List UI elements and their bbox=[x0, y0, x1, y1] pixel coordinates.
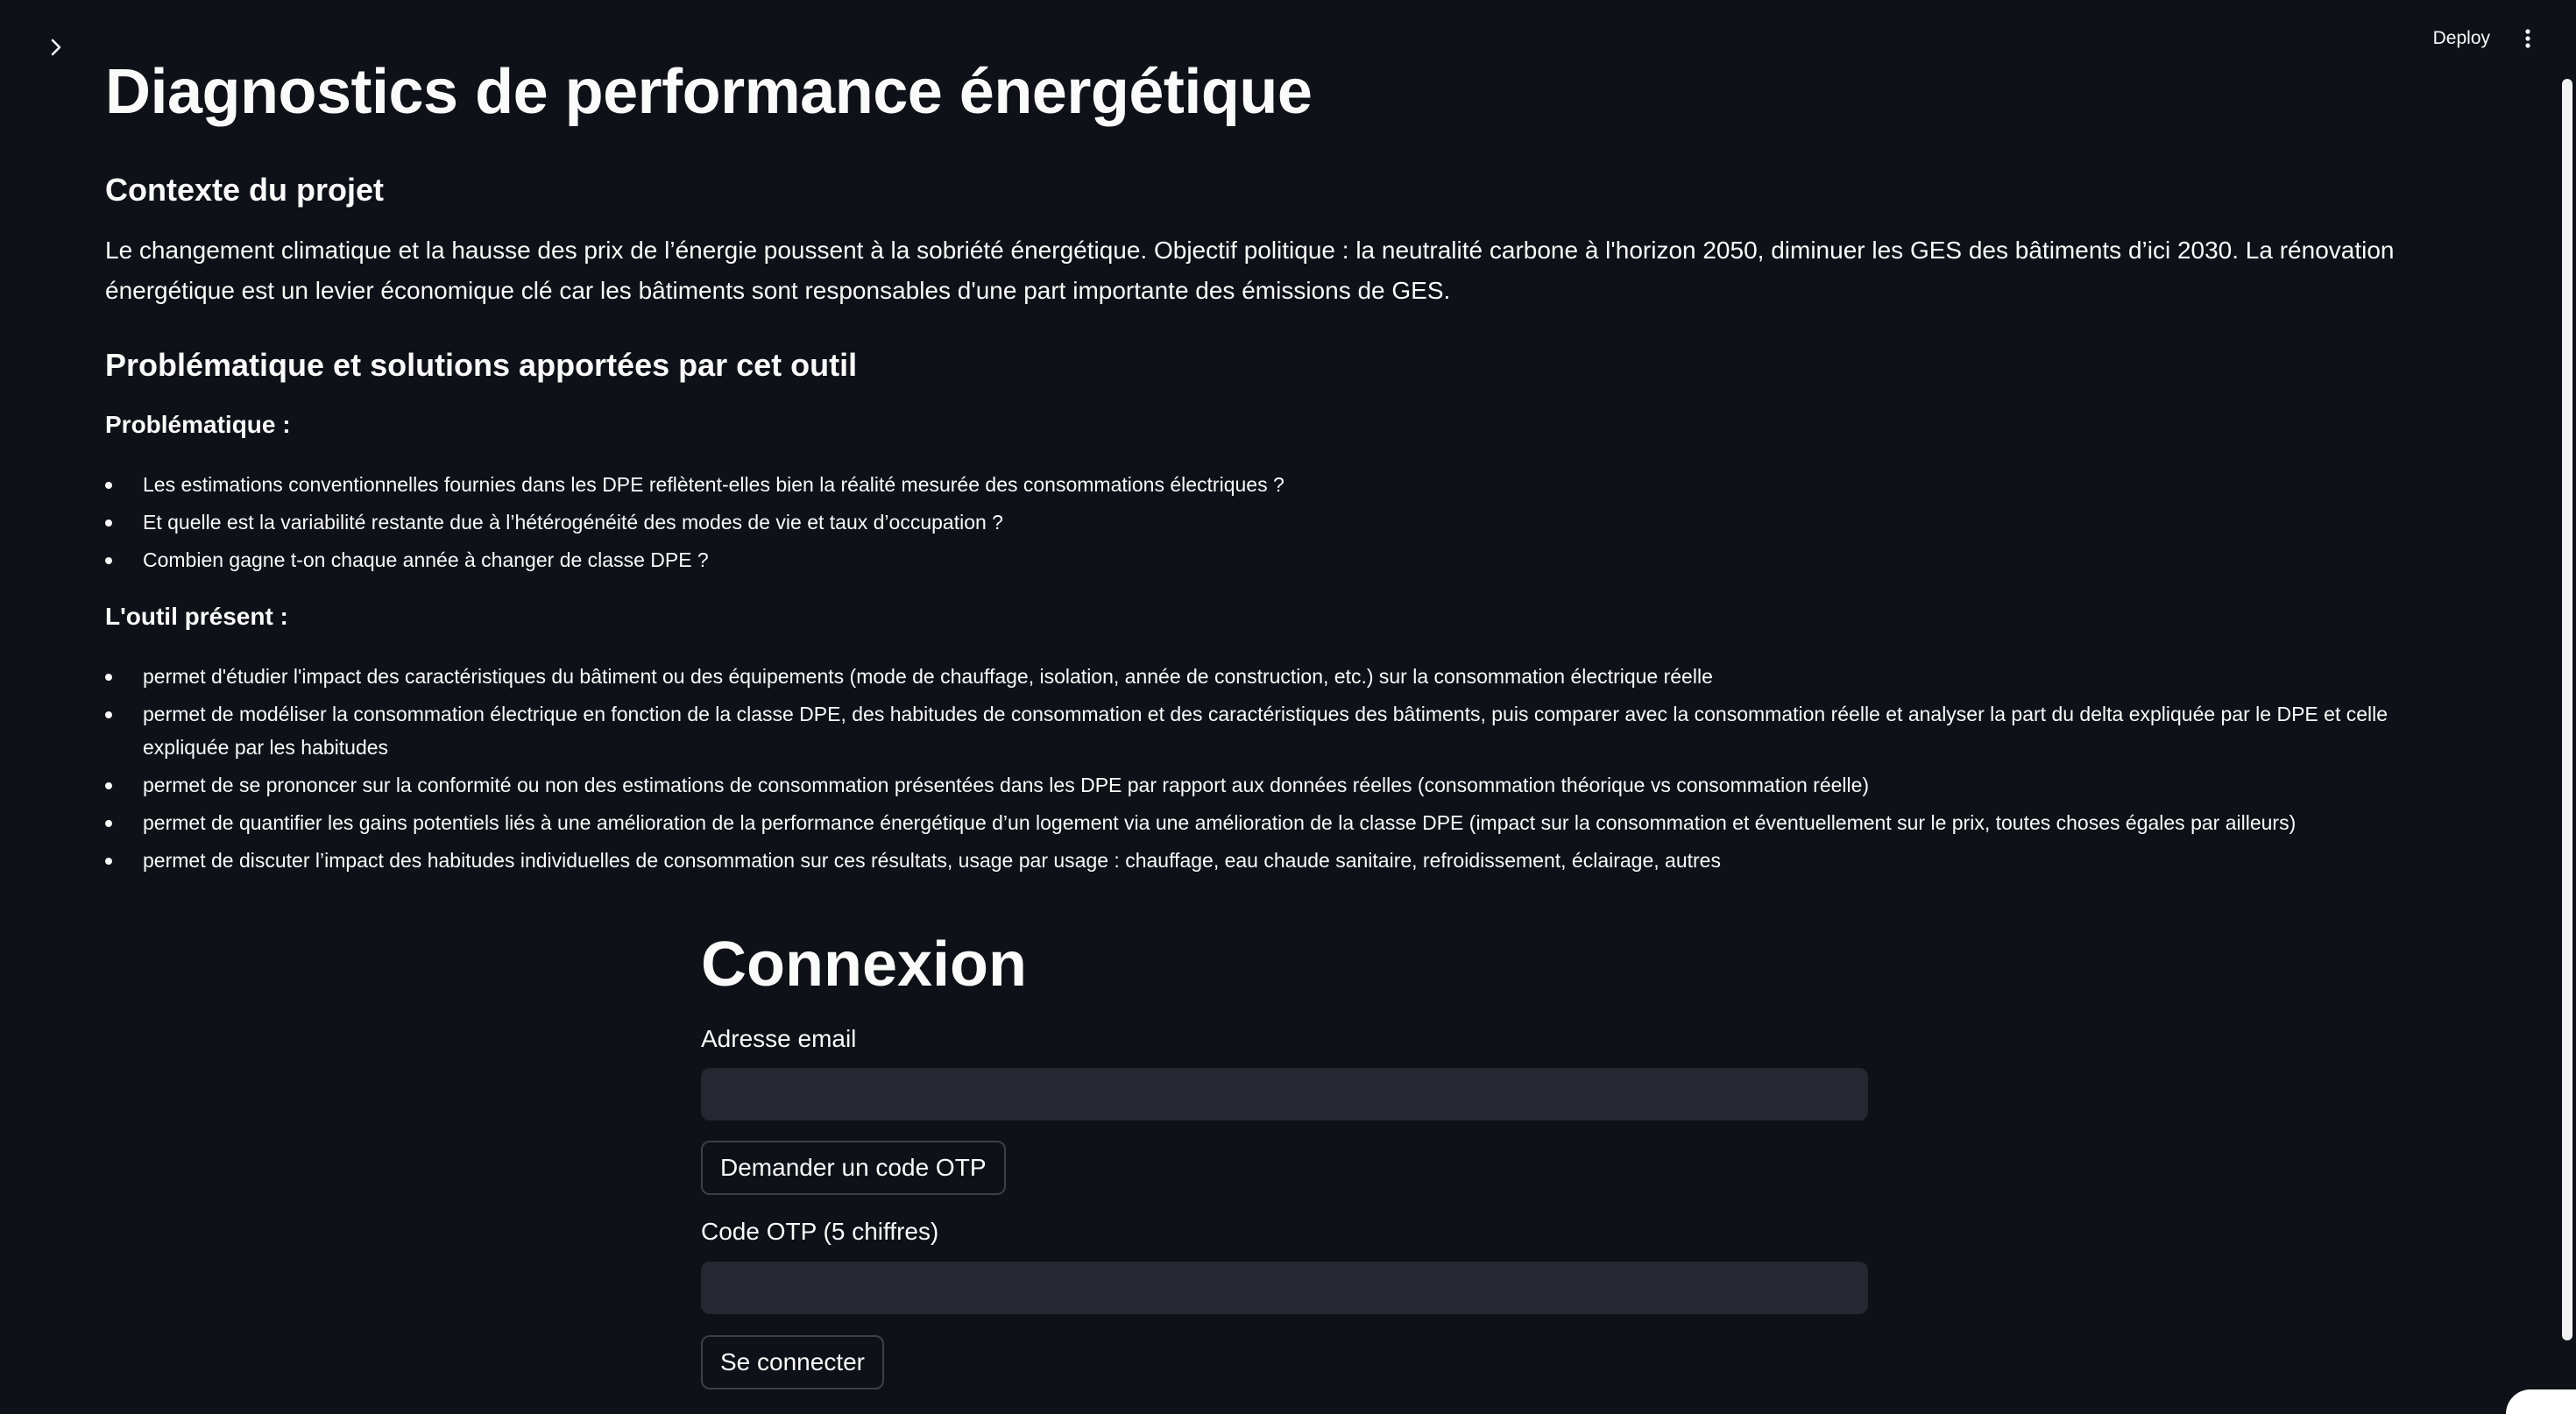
email-label: Adresse email bbox=[701, 1025, 857, 1052]
request-otp-button[interactable]: Demander un code OTP bbox=[701, 1141, 1006, 1195]
list-item: Combien gagne t-on chaque année à change… bbox=[105, 543, 2462, 576]
problem-heading: Problématique et solutions apportées par… bbox=[105, 347, 858, 383]
kebab-menu-icon bbox=[2525, 29, 2530, 48]
chevron-right-icon bbox=[51, 39, 61, 56]
login-title: Connexion bbox=[701, 930, 1027, 1000]
list-item: permet d'étudier l'impact des caractéris… bbox=[105, 660, 2462, 693]
list-item: Les estimations conventionnelles fournie… bbox=[105, 468, 2462, 501]
email-input[interactable] bbox=[701, 1068, 1868, 1121]
list-item: permet de discuter l’impact des habitude… bbox=[105, 844, 2462, 877]
deploy-button[interactable]: Deploy bbox=[2433, 28, 2490, 49]
sidebar-toggle-button[interactable] bbox=[39, 30, 74, 65]
otp-label: Code OTP (5 chiffres) bbox=[701, 1218, 939, 1245]
otp-input[interactable] bbox=[701, 1262, 1868, 1314]
context-paragraph: Le changement climatique et la hausse de… bbox=[105, 237, 2395, 304]
context-heading: Contexte du projet bbox=[105, 172, 385, 208]
page-scrollbar[interactable] bbox=[2562, 79, 2572, 1340]
login-submit-button[interactable]: Se connecter bbox=[701, 1335, 884, 1389]
problem-list: Les estimations conventionnelles fournie… bbox=[105, 468, 2462, 581]
list-item: permet de se prononcer sur la conformité… bbox=[105, 768, 2462, 802]
tool-label: L'outil présent : bbox=[105, 603, 288, 630]
list-item: permet de quantifier les gains potentiel… bbox=[105, 806, 2462, 839]
list-item: permet de modéliser la consommation élec… bbox=[105, 697, 2462, 764]
tool-list: permet d'étudier l'impact des caractéris… bbox=[105, 660, 2462, 881]
main-menu-button[interactable] bbox=[2515, 21, 2541, 56]
top-toolbar: Deploy bbox=[2433, 21, 2541, 56]
list-item: Et quelle est la variabilité restante du… bbox=[105, 506, 2462, 539]
problem-label: Problématique : bbox=[105, 411, 291, 438]
page-title: Diagnostics de performance énergétique bbox=[105, 57, 1313, 127]
status-widget bbox=[2506, 1389, 2576, 1414]
